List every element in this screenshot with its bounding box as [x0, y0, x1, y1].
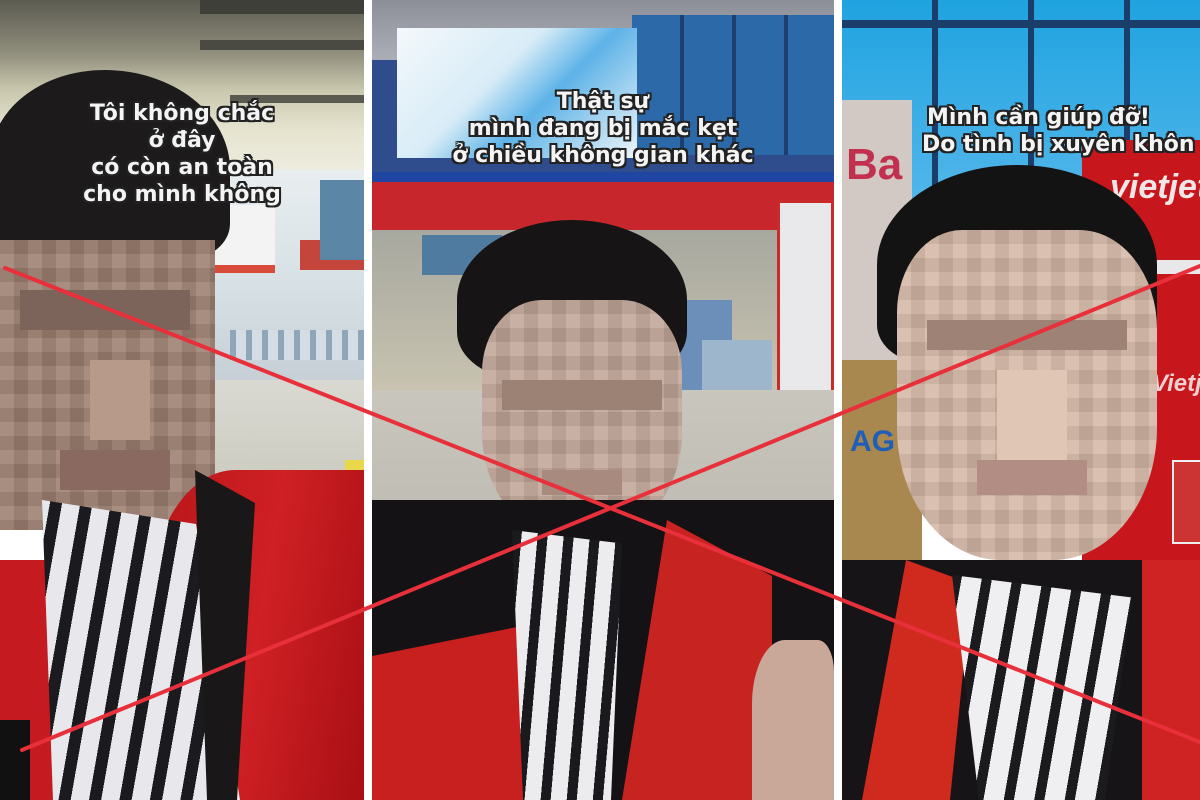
- caption-line: cho mình không: [83, 182, 281, 207]
- blue-stripe: [372, 172, 834, 182]
- blurred-face: [0, 240, 215, 530]
- sign-text-ag: AG: [850, 425, 895, 458]
- video-frame-panel-3: Ba AG vietjet Vietjet Mình cần giúp đỡ! …: [842, 0, 1200, 800]
- video-frame-panel-1: Tôi không chắc ở đây có còn an toàn cho …: [0, 0, 364, 800]
- ceiling-beam: [200, 40, 364, 50]
- caption-line: ở đây: [148, 128, 216, 153]
- caption-panel-2: Thật sự mình đang bị mắc kẹt ở chiều khô…: [372, 88, 834, 169]
- caption-panel-1: Tôi không chắc ở đây có còn an toàn cho …: [0, 100, 364, 208]
- caption-line: mình đang bị mắc kẹt: [468, 116, 738, 141]
- caption-panel-3: Mình cần giúp đỡ! Do tình bị xuyên khôn: [872, 104, 1200, 158]
- ceiling-beam: [200, 0, 364, 14]
- queue-barriers: [230, 330, 364, 360]
- caption-line: Tôi không chắc: [89, 101, 275, 126]
- red-jacket-panel: [1142, 560, 1200, 800]
- caption-line: Do tình bị xuyên khôn: [922, 132, 1195, 157]
- video-frame-panel-2: Thật sự mình đang bị mắc kẹt ở chiều khô…: [372, 0, 834, 800]
- striped-shirt: [952, 575, 1132, 800]
- window-frame: [842, 20, 1200, 28]
- blurred-face: [897, 230, 1157, 560]
- caption-line: có còn an toàn: [91, 155, 273, 180]
- caption-line: Mình cần giúp đỡ!: [927, 105, 1150, 130]
- striped-shirt: [512, 530, 622, 800]
- caption-line: Thật sự: [556, 89, 650, 114]
- caption-line: ở chiều không gian khác: [452, 143, 754, 168]
- standee-sign: [777, 200, 834, 400]
- vietjet-logo-small: Vietjet: [1152, 370, 1200, 397]
- dark-shadow: [0, 720, 30, 800]
- hand: [752, 640, 834, 800]
